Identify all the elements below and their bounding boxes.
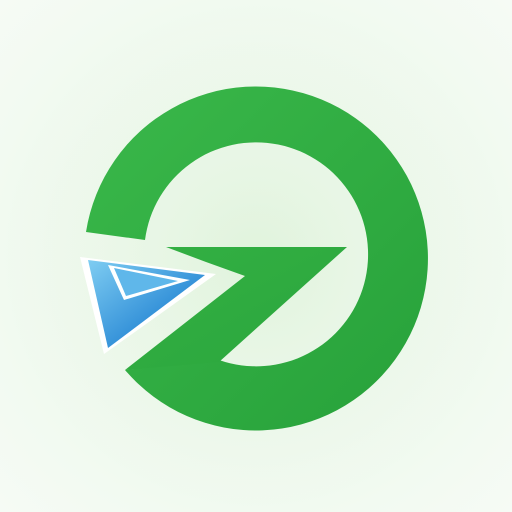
app-icon-canvas <box>0 0 512 512</box>
logo-icon <box>16 20 496 500</box>
